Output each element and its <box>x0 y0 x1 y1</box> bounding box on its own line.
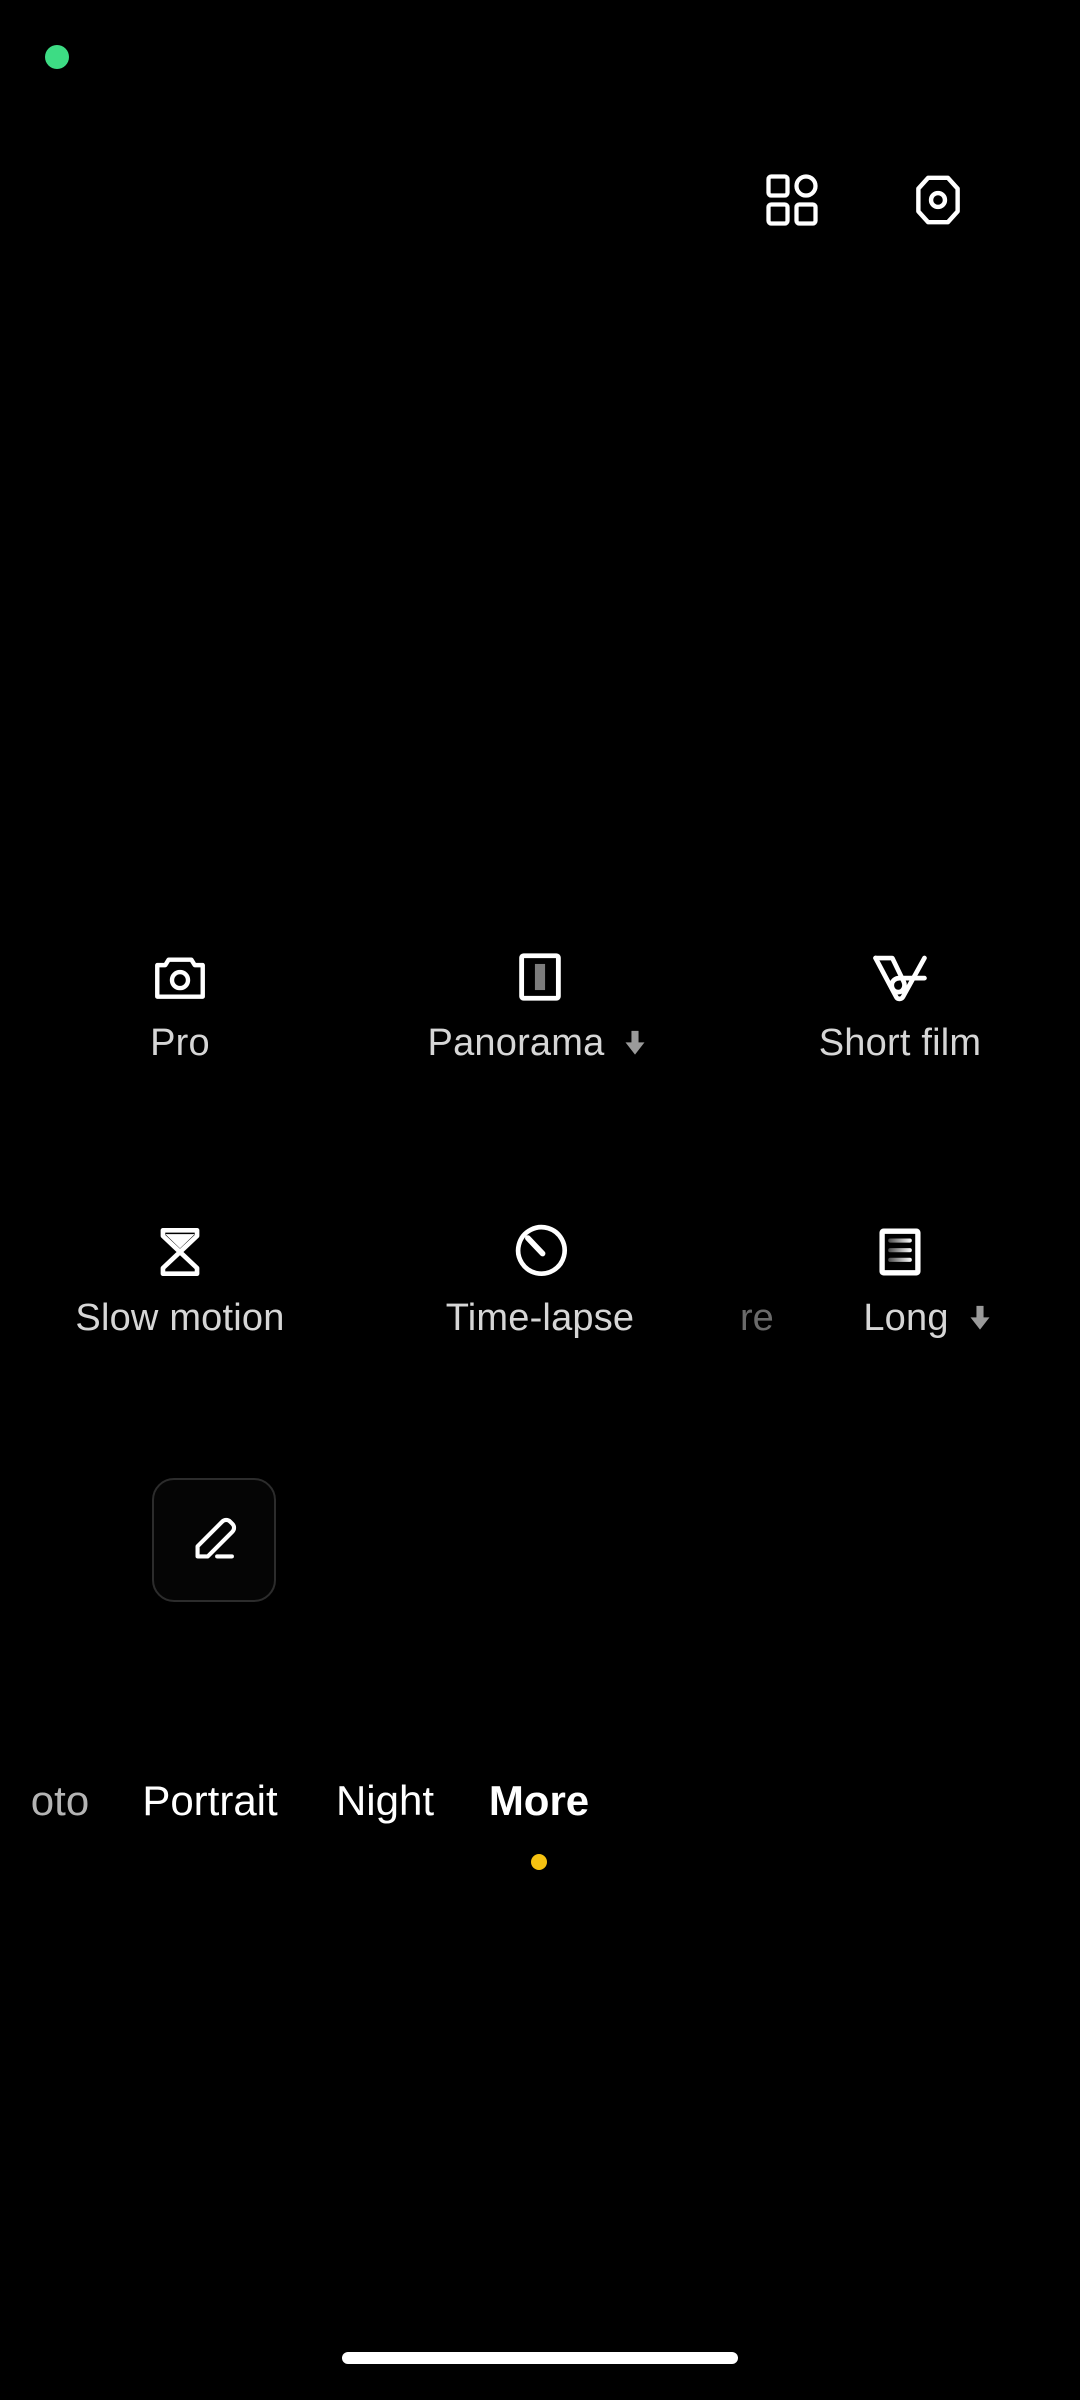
mode-item-panorama[interactable]: Panorama <box>360 900 720 1175</box>
mode-label: Short film <box>818 1022 982 1064</box>
mode-label-row: Slow motion <box>0 1299 360 1337</box>
long-exposure-icon <box>871 1197 929 1307</box>
edit-modes-button[interactable] <box>152 1478 276 1602</box>
mode-label-row: Long <box>750 1299 1080 1337</box>
mode-label: Panorama <box>427 1022 605 1064</box>
mode-item-short-film[interactable]: Short film <box>720 900 1080 1175</box>
green-dot-icon <box>45 45 69 69</box>
hexagon-aperture-icon <box>916 175 960 225</box>
tab-more[interactable]: More <box>489 1770 589 1832</box>
mode-label: Time-lapse <box>445 1297 635 1339</box>
mode-grid: Pro Panorama Short film Slow motion Time… <box>0 900 1080 1450</box>
home-gesture-bar[interactable] <box>342 2352 738 2364</box>
mode-label: Slow motion <box>75 1297 285 1339</box>
modes-grid-button[interactable] <box>744 152 840 248</box>
pencil-edit-icon <box>195 1517 237 1559</box>
mode-label-row: Pro <box>0 1024 360 1062</box>
mode-grid-row: Slow motion Time-lapse re Long <box>0 1175 1080 1450</box>
mode-item-pro[interactable]: Pro <box>0 900 360 1175</box>
tab-photo[interactable]: oto <box>31 1770 89 1832</box>
hourglass-icon <box>149 1197 211 1307</box>
mode-grid-row: Pro Panorama Short film <box>0 900 1080 1175</box>
tab-night[interactable]: Night <box>336 1770 434 1832</box>
download-arrow-icon <box>963 1301 997 1335</box>
mode-tabs: oto Portrait Night More <box>0 1770 1080 1880</box>
mode-item-long-exposure[interactable]: re Long <box>720 1175 1080 1450</box>
timer-clock-icon <box>509 1197 571 1307</box>
mode-label: Long <box>863 1297 949 1339</box>
mode-label: Pro <box>150 1022 210 1064</box>
camera-icon <box>149 922 211 1032</box>
filter-button[interactable] <box>890 152 986 248</box>
mode-item-slow-motion[interactable]: Slow motion <box>0 1175 360 1450</box>
mode-label-row: Short film <box>720 1024 1080 1062</box>
panorama-icon <box>511 922 569 1032</box>
mode-label-row: Panorama <box>360 1024 720 1062</box>
mode-label-row: Time-lapse <box>360 1299 720 1337</box>
tab-portrait[interactable]: Portrait <box>142 1770 277 1832</box>
camera-app-screen: Pro Panorama Short film Slow motion Time… <box>0 0 1080 2400</box>
download-arrow-icon <box>618 1026 652 1060</box>
active-tab-indicator-dot <box>531 1854 547 1870</box>
grid-modes-icon <box>766 174 818 226</box>
top-bar <box>0 140 1080 260</box>
short-film-v-icon <box>867 922 933 1032</box>
mode-item-time-lapse[interactable]: Time-lapse <box>360 1175 720 1450</box>
